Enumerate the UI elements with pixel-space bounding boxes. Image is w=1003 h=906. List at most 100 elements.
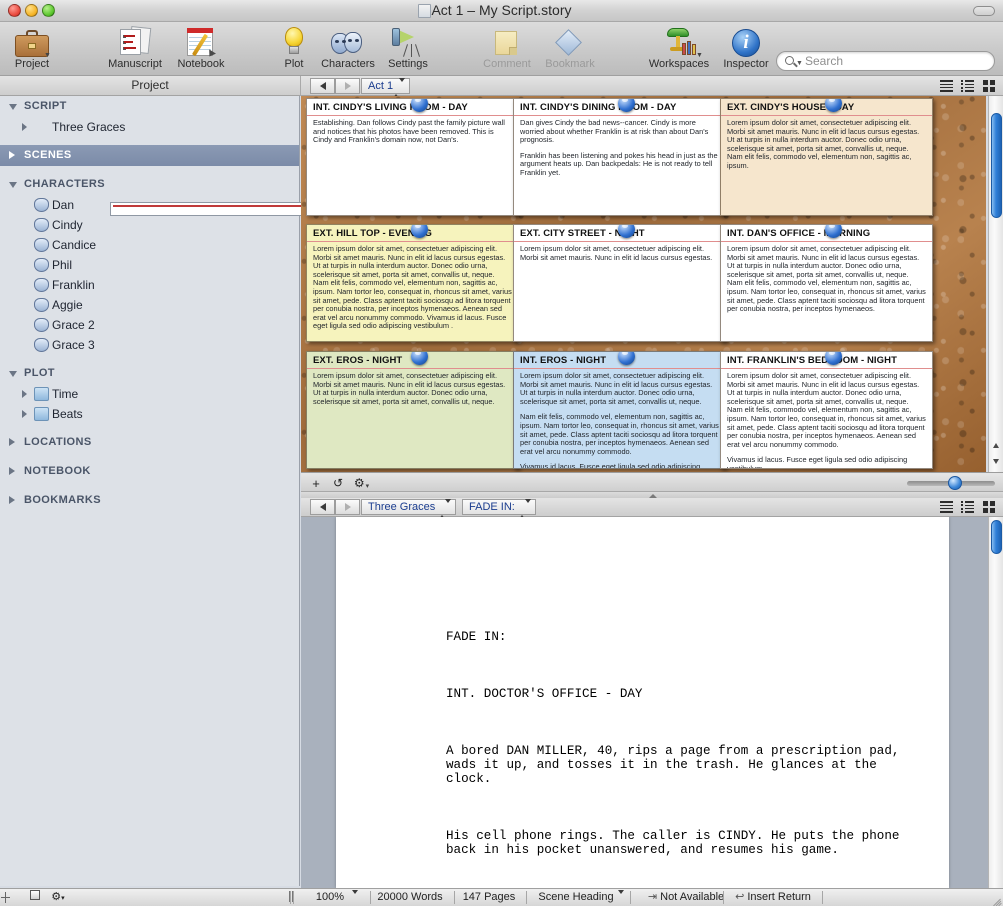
editor-list-view-button[interactable] — [957, 498, 978, 516]
element-popup-button[interactable]: FADE IN: — [462, 499, 536, 519]
script-text[interactable]: FADE IN: INT. DOCTOR'S OFFICE - DAY A bo… — [446, 602, 916, 888]
script-block-action[interactable]: A bored DAN MILLER, 40, rips a page from… — [446, 744, 916, 787]
sidebar-group-bookmarks[interactable]: BOOKMARKS — [0, 490, 299, 511]
corkboard-view-button[interactable] — [978, 77, 999, 95]
toolbar-item-project[interactable]: ▼ Project — [0, 25, 64, 70]
disclosure-triangle-icon[interactable] — [9, 438, 15, 446]
disclosure-triangle-icon[interactable] — [22, 390, 27, 398]
outline-view-button[interactable] — [936, 77, 957, 95]
editor-scrollbar-thumb[interactable] — [991, 520, 1002, 554]
action-menu-button[interactable]: ⚙ ▾ — [349, 475, 373, 491]
slider-knob[interactable] — [948, 476, 962, 490]
toolbar-item-characters[interactable]: Characters — [316, 25, 380, 70]
card-body[interactable]: Lorem ipsum dolor sit amet, consectetuer… — [307, 369, 518, 406]
sidebar-item-grace-2[interactable]: Grace 2 — [0, 315, 299, 335]
add-button[interactable] — [0, 889, 11, 906]
search-field[interactable]: ▼ — [776, 51, 995, 71]
editor-back-button[interactable] — [310, 499, 335, 515]
element-type-popup-button[interactable]: Scene Heading — [530, 889, 624, 906]
card-body[interactable]: Establishing. Dan follows Cindy past the… — [307, 116, 518, 145]
index-card[interactable]: EXT. HILL TOP - EVENING Lorem ipsum dolo… — [306, 224, 519, 342]
list-view-button[interactable] — [957, 77, 978, 95]
script-page[interactable]: FADE IN: INT. DOCTOR'S OFFICE - DAY A bo… — [336, 517, 949, 888]
script-block-slugline[interactable]: INT. DOCTOR'S OFFICE - DAY — [446, 687, 916, 701]
card-body[interactable]: Lorem ipsum dolor sit amet, consectetuer… — [721, 369, 932, 468]
index-card[interactable]: EXT. CITY STREET - NIGHT Lorem ipsum dol… — [513, 224, 726, 342]
disclosure-triangle-icon[interactable] — [9, 182, 17, 188]
navigator-sidebar[interactable]: SCRIPT Three Graces SCENES CHARACTERS Da… — [0, 96, 580, 886]
masks-icon — [34, 238, 49, 252]
back-button[interactable] — [310, 78, 335, 94]
editor-corkboard-view-button[interactable] — [978, 498, 999, 516]
sidebar-splitter-grip[interactable] — [287, 888, 296, 905]
refresh-button[interactable]: ↺ — [329, 475, 347, 491]
window-resize-grip[interactable] — [990, 892, 1002, 906]
zoom-popup-button[interactable]: 100% — [300, 889, 360, 906]
sidebar-group-locations[interactable]: LOCATIONS — [0, 432, 299, 453]
panel-toggle-button[interactable] — [26, 889, 44, 906]
corkboard[interactable]: INT. CINDY'S LIVING ROOM - DAY Establish… — [301, 96, 986, 472]
toolbar-item-workspaces[interactable]: ▼ Workspaces — [647, 25, 711, 70]
chevron-down-icon[interactable]: ▼ — [796, 60, 803, 67]
act-popup-button[interactable]: Act 1 — [361, 78, 411, 98]
card-body[interactable]: Lorem ipsum dolor sit amet, consectetuer… — [721, 116, 932, 171]
sidebar-item-dan[interactable]: Dan — [0, 195, 299, 215]
add-card-button[interactable]: + — [307, 475, 325, 491]
card-body[interactable]: Lorem ipsum dolor sit amet, consectetuer… — [514, 369, 725, 468]
toolbar-item-bookmark[interactable]: Bookmark — [538, 25, 602, 70]
sidebar-group-notebook[interactable]: NOTEBOOK — [0, 461, 299, 482]
disclosure-triangle-icon[interactable] — [9, 467, 15, 475]
scroll-up-button[interactable] — [989, 440, 1003, 456]
sidebar-group-scenes[interactable]: SCENES — [0, 145, 299, 166]
card-body[interactable]: Lorem ipsum dolor sit amet, consectetuer… — [307, 242, 518, 331]
disclosure-triangle-icon[interactable] — [22, 410, 27, 418]
index-card[interactable]: EXT. EROS - NIGHT Lorem ipsum dolor sit … — [306, 351, 519, 469]
disclosure-triangle-icon[interactable] — [9, 104, 17, 110]
editor-scrollbar[interactable] — [988, 517, 1003, 888]
toolbar-item-settings[interactable]: Settings — [376, 25, 440, 70]
sidebar-item-three-graces[interactable]: Three Graces — [0, 117, 580, 216]
script-block-transition[interactable]: FADE IN: — [446, 630, 916, 644]
index-card[interactable]: INT. CINDY'S DINING ROOM - DAY Dan gives… — [513, 98, 726, 216]
toolbar-item-notebook[interactable]: Notebook — [169, 25, 233, 70]
corkboard-scrollbar-thumb[interactable] — [991, 113, 1002, 218]
card-body[interactable]: Lorem ipsum dolor sit amet, consectetuer… — [721, 242, 932, 314]
sidebar-item-franklin[interactable]: Franklin — [0, 275, 299, 295]
corkboard-scrollbar[interactable] — [988, 96, 1003, 472]
sidebar-group-script[interactable]: SCRIPT — [0, 96, 299, 117]
toolbar-toggle-button[interactable] — [973, 6, 995, 16]
card-body[interactable]: Lorem ipsum dolor sit amet, consectetuer… — [514, 242, 725, 262]
script-block-action[interactable]: His cell phone rings. The caller is CIND… — [446, 829, 916, 857]
forward-button[interactable] — [335, 78, 360, 94]
editor-forward-button[interactable] — [335, 499, 360, 515]
card-body[interactable]: Dan gives Cindy the bad news--cancer. Ci… — [514, 116, 725, 178]
sidebar-item-beats[interactable]: Beats — [0, 404, 299, 424]
script-editor[interactable]: FADE IN: INT. DOCTOR'S OFFICE - DAY A bo… — [301, 517, 1003, 888]
disclosure-triangle-icon[interactable] — [9, 151, 15, 159]
disclosure-triangle-icon[interactable] — [9, 496, 15, 504]
index-card[interactable]: INT. CINDY'S LIVING ROOM - DAY Establish… — [306, 98, 519, 216]
toolbar-item-inspector[interactable]: i Inspector — [714, 25, 778, 70]
scroll-down-button[interactable] — [989, 456, 1003, 472]
sidebar-item-phil[interactable]: Phil — [0, 255, 299, 275]
toolbar-item-comment[interactable]: Comment — [475, 25, 539, 70]
sidebar-group-plot[interactable]: PLOT — [0, 363, 299, 384]
sidebar-item-grace-3[interactable]: Grace 3 — [0, 335, 299, 355]
index-card[interactable]: INT. FRANKLIN'S BEDROOM - NIGHT Lorem ip… — [720, 351, 933, 469]
search-input[interactable] — [805, 53, 989, 69]
editor-outline-view-button[interactable] — [936, 498, 957, 516]
disclosure-triangle-icon[interactable] — [9, 371, 17, 377]
sidebar-item-candice[interactable]: Candice — [0, 235, 299, 255]
sidebar-item-cindy[interactable]: Cindy — [0, 215, 299, 235]
sidebar-item-aggie[interactable]: Aggie — [0, 295, 299, 315]
disclosure-triangle-icon[interactable] — [22, 123, 27, 131]
sidebar-group-characters[interactable]: CHARACTERS — [0, 174, 299, 195]
index-card[interactable]: EXT. CINDY'S HOUSE - DAY Lorem ipsum dol… — [720, 98, 933, 216]
status-action-menu-button[interactable]: ⚙▾ — [46, 889, 70, 906]
toolbar-item-manuscript[interactable]: Manuscript — [103, 25, 167, 70]
index-card[interactable]: INT. EROS - NIGHT Lorem ipsum dolor sit … — [513, 351, 726, 469]
sidebar-item-time[interactable]: Time — [0, 384, 299, 404]
index-card[interactable]: INT. DAN'S OFFICE - MORNING Lorem ipsum … — [720, 224, 933, 342]
document-popup-button[interactable]: Three Graces — [361, 499, 457, 519]
card-zoom-slider[interactable] — [907, 476, 995, 490]
